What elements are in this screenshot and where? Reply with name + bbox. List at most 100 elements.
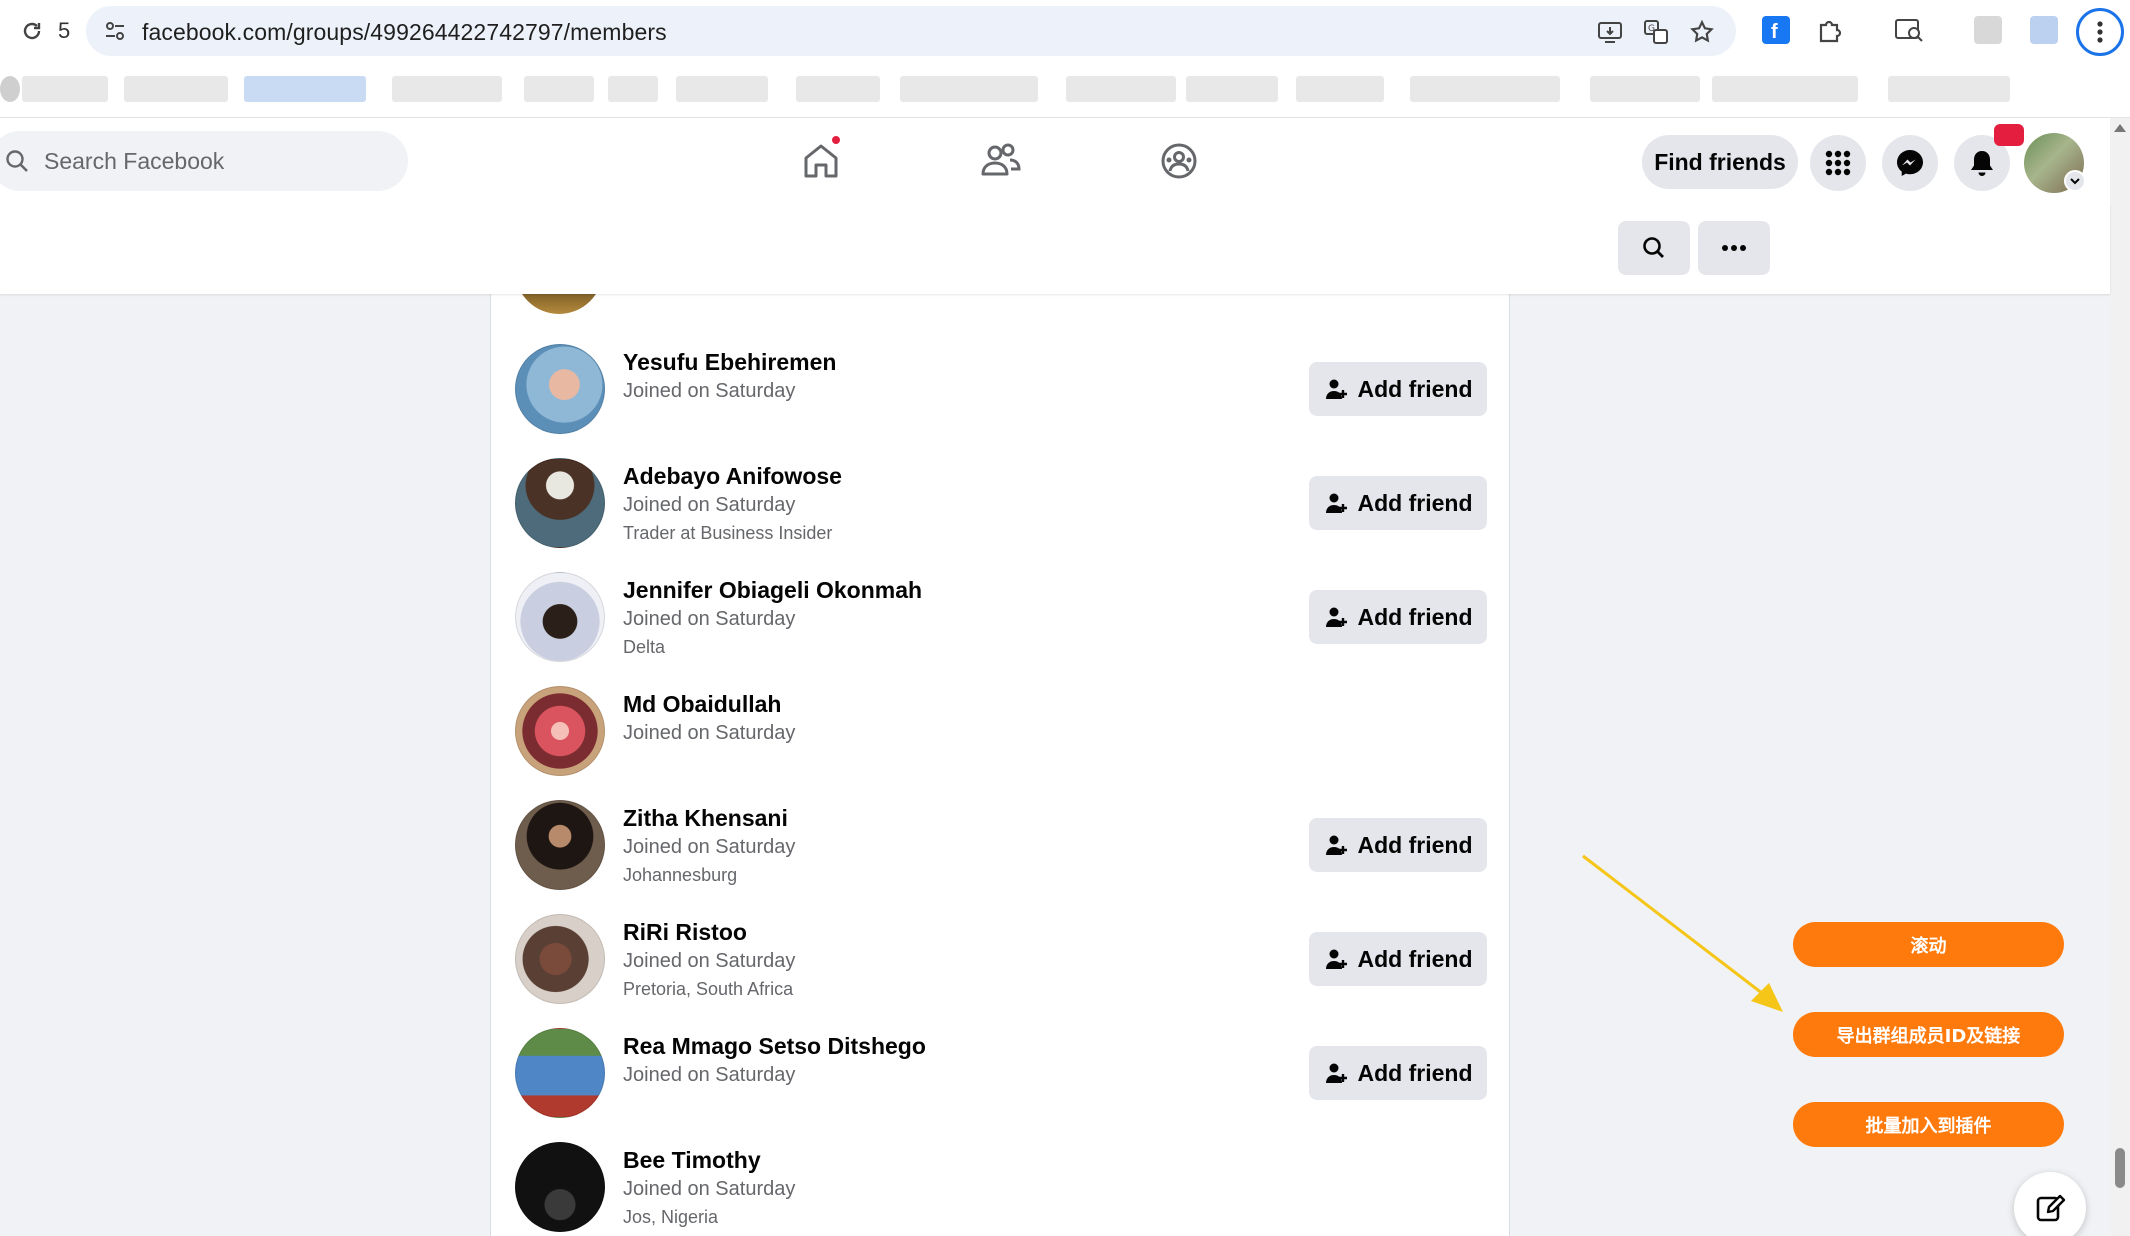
bookmark-item[interactable] [124, 76, 228, 102]
export-member-ids-button[interactable]: 导出群组成员ID及链接 [1793, 1012, 2064, 1057]
tab-count: 5 [58, 18, 71, 43]
avatar[interactable] [515, 1142, 605, 1232]
add-friend-button[interactable]: Add friend [1309, 476, 1487, 530]
add-friend-icon [1325, 1063, 1347, 1083]
annotation-arrow [1582, 854, 1783, 1012]
avatar[interactable] [515, 458, 605, 548]
bookmark-item[interactable] [1712, 76, 1858, 102]
notification-badge [1994, 124, 2024, 146]
chevron-down-icon[interactable] [2064, 170, 2086, 192]
bookmark-item[interactable] [608, 76, 658, 102]
list-item: Md Obaidullah Joined on Saturday [491, 686, 1509, 796]
add-friend-label: Add friend [1357, 945, 1473, 972]
member-name[interactable]: Rea Mmago Setso Ditshego [623, 1033, 926, 1060]
bookmark-item[interactable] [1186, 76, 1278, 102]
batch-add-to-plugin-button[interactable]: 批量加入到插件 [1793, 1102, 2064, 1147]
bookmark-star-icon[interactable] [1688, 18, 1716, 46]
extensions-puzzle-icon[interactable] [1816, 16, 1844, 44]
add-friend-label: Add friend [1357, 1059, 1473, 1086]
add-friend-icon [1325, 835, 1347, 855]
home-icon[interactable] [798, 134, 844, 184]
avatar[interactable] [515, 800, 605, 890]
bookmark-item[interactable] [22, 76, 108, 102]
url-text: facebook.com/groups/499264422742797/memb… [142, 19, 667, 45]
avatar[interactable] [515, 294, 603, 314]
friends-icon[interactable] [977, 138, 1023, 184]
find-friends-button[interactable]: Find friends [1642, 135, 1798, 189]
reload-icon[interactable] [16, 15, 48, 47]
member-name[interactable]: RiRi Ristoo [623, 919, 747, 946]
add-friend-label: Add friend [1357, 831, 1473, 858]
facebook-extension-icon[interactable]: f [1762, 16, 1790, 44]
compose-button[interactable] [2014, 1172, 2086, 1236]
bookmark-item[interactable] [1296, 76, 1384, 102]
avatar[interactable] [515, 914, 605, 1004]
bookmark-item[interactable] [392, 76, 502, 102]
menu-button[interactable] [1810, 135, 1866, 191]
browser-toolbar: 5 facebook.com/groups/499264422742797/me… [0, 0, 2130, 62]
bookmark-item[interactable] [930, 76, 1038, 102]
member-joined: Joined on Saturday [623, 1178, 796, 1200]
bookmark-item[interactable] [676, 76, 768, 102]
bookmarks-bar [0, 62, 2130, 118]
translate-icon[interactable]: G [1642, 18, 1670, 46]
bookmark-item[interactable] [0, 76, 20, 102]
avatar[interactable] [515, 344, 605, 434]
bookmark-item[interactable] [1590, 76, 1700, 102]
site-info-icon[interactable] [102, 18, 128, 44]
bookmark-item[interactable] [244, 76, 366, 102]
add-friend-button[interactable]: Add friend [1309, 1046, 1487, 1100]
member-joined: Joined on Saturday [623, 950, 796, 972]
group-search-button[interactable] [1618, 221, 1690, 275]
more-options-icon [1722, 245, 1746, 251]
bookmark-item[interactable] [796, 76, 880, 102]
bookmark-item[interactable] [1066, 76, 1176, 102]
reading-mode-icon[interactable] [1894, 16, 1923, 44]
member-name[interactable]: Yesufu Ebehiremen [623, 349, 836, 376]
member-joined: Joined on Saturday [623, 380, 796, 402]
search-icon [1643, 237, 1664, 258]
member-joined: Joined on Saturday [623, 1064, 796, 1086]
avatar[interactable] [515, 572, 605, 662]
member-info: Johannesburg [623, 865, 738, 885]
address-bar[interactable]: facebook.com/groups/499264422742797/memb… [86, 6, 1736, 56]
member-name[interactable]: Zitha Khensani [623, 805, 788, 832]
member-name[interactable]: Md Obaidullah [623, 691, 781, 718]
scrollbar-thumb[interactable] [2115, 1148, 2125, 1188]
bookmark-item[interactable] [1888, 76, 2010, 102]
add-friend-icon [1325, 493, 1347, 513]
messenger-button[interactable] [1882, 135, 1938, 191]
search-placeholder: Search Facebook [44, 147, 225, 174]
add-friend-button[interactable]: Add friend [1309, 362, 1487, 416]
list-item: Yesufu Ebehiremen Joined on Saturday Add… [491, 344, 1509, 454]
scrollbar[interactable] [2110, 118, 2130, 1236]
install-app-icon[interactable] [1596, 18, 1624, 46]
more-options-button[interactable] [1698, 221, 1770, 275]
blurred-extension-icon[interactable] [1974, 16, 2002, 44]
member-name[interactable]: Adebayo Anifowose [623, 463, 842, 490]
bookmark-item[interactable] [524, 76, 594, 102]
member-info: Delta [623, 637, 666, 657]
member-name[interactable]: Jennifer Obiageli Okonmah [623, 577, 922, 604]
browser-menu-icon[interactable] [2076, 8, 2124, 56]
search-input[interactable]: Search Facebook [0, 131, 408, 191]
list-item: Jennifer Obiageli Okonmah Joined on Satu… [491, 572, 1509, 682]
compose-edit-icon [2036, 1194, 2066, 1222]
member-info: Trader at Business Insider [623, 523, 833, 543]
avatar[interactable] [515, 1028, 605, 1118]
scroll-up-arrow[interactable] [2114, 124, 2126, 132]
bookmark-item[interactable] [1410, 76, 1560, 102]
notifications-bell-icon [1971, 151, 1993, 176]
add-friend-button[interactable]: Add friend [1309, 590, 1487, 644]
add-friend-button[interactable]: Add friend [1309, 818, 1487, 872]
member-name[interactable]: Bee Timothy [623, 1147, 761, 1174]
blurred-extension-icon[interactable] [2030, 16, 2058, 44]
groups-icon[interactable] [1156, 138, 1202, 184]
avatar[interactable] [515, 686, 605, 776]
member-joined: Joined on Saturday [623, 722, 796, 744]
messenger-icon [1897, 150, 1923, 176]
add-friend-button[interactable]: Add friend [1309, 932, 1487, 986]
scroll-button[interactable]: 滚动 [1793, 922, 2064, 967]
add-friend-icon [1325, 949, 1347, 969]
member-joined: Joined on Saturday [623, 836, 796, 858]
